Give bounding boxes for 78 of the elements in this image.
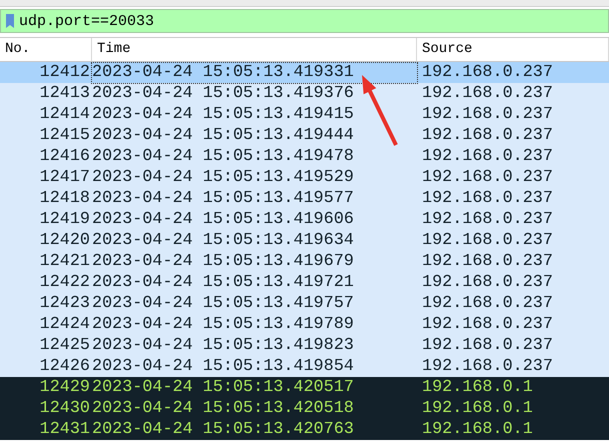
packet-row[interactable]: 12420 2023-04-24 15:05:13.419634 192.168.0.237	[0, 230, 609, 251]
table-cell-text: 192.168.0.237	[421, 210, 554, 230]
table-cell-text: 192.168.0.237	[421, 294, 554, 314]
table-cell-text: 2023-04-24 15:05:13.419854	[92, 356, 355, 376]
table-cell-text: 12416	[38, 146, 91, 166]
table-cell-text: 12414	[38, 104, 91, 124]
table-cell-text: 192.168.0.237	[421, 272, 554, 292]
table-cell-text: 12418	[38, 188, 91, 208]
table-cell-text: 2023-04-24 15:05:13.419444	[92, 126, 355, 146]
table-cell-text: 12430	[38, 398, 91, 418]
packet-row[interactable]: 12430 2023-04-24 15:05:13.420518 192.168.0.1	[0, 398, 609, 419]
table-cell-text: 2023-04-24 15:05:13.419721	[92, 272, 355, 292]
table-cell-text: 192.168.0.1	[421, 378, 534, 398]
filter-bar[interactable]: udp.port==20033	[0, 9, 609, 33]
packet-row[interactable]: 12426 2023-04-24 15:05:13.419854 192.168.0.237	[0, 356, 609, 377]
table-cell-text: 12421	[38, 252, 91, 272]
packet-row[interactable]: 12429 2023-04-24 15:05:13.420517 192.168.0.1	[0, 377, 609, 398]
table-cell-text: 192.168.0.237	[421, 314, 554, 334]
table-cell-text: 2023-04-24 15:05:13.420518	[92, 398, 355, 418]
table-cell-text: 192.168.0.237	[421, 104, 554, 124]
table-cell-text: 12424	[38, 314, 91, 334]
table-cell-text: 12426	[38, 356, 91, 376]
packet-row[interactable]: 12423 2023-04-24 15:05:13.419757 192.168.0.237	[0, 293, 609, 314]
table-cell-text: 192.168.0.237	[421, 126, 554, 146]
table-cell-text: 12419	[38, 210, 91, 230]
table-cell-text: 2023-04-24 15:05:13.419376	[92, 84, 355, 104]
table-cell-text: 2023-04-24 15:05:13.419606	[92, 210, 355, 230]
table-cell-text: 2023-04-24 15:05:13.419789	[92, 314, 355, 334]
table-cell-text: 12417	[38, 168, 91, 188]
table-cell: 2023-04-24 15:05:13.419331	[92, 62, 417, 82]
table-cell-text: 12413	[38, 84, 91, 104]
table-cell-text: 192.168.0.1	[421, 420, 534, 440]
table-cell-text: 192.168.0.237	[421, 84, 554, 104]
table-cell-text: 2023-04-24 15:05:13.419823	[92, 336, 355, 356]
column-header[interactable]: Source	[417, 38, 609, 61]
table-cell-text: 12431	[38, 420, 91, 440]
bookmark-icon[interactable]	[5, 13, 15, 29]
table-cell-text: 12415	[38, 126, 91, 146]
table-cell-text: 12412	[38, 62, 91, 82]
table-cell-text: 12429	[38, 378, 91, 398]
packet-row[interactable]: 12424 2023-04-24 15:05:13.419789 192.168.0.237	[0, 314, 609, 335]
table-cell-text: 2023-04-24 15:05:13.420763	[92, 420, 355, 440]
table-cell-text: 192.168.0.237	[421, 356, 554, 376]
table-cell-text: 2023-04-24 15:05:13.419679	[92, 252, 355, 272]
packet-row[interactable]: 12414 2023-04-24 15:05:13.419415 192.168.0.237	[0, 104, 609, 125]
table-cell-text: 192.168.0.237	[421, 188, 554, 208]
table-cell-text: 2023-04-24 15:05:13.419757	[92, 294, 355, 314]
packet-row[interactable]: 12416 2023-04-24 15:05:13.419478 192.168.0.237	[0, 146, 609, 167]
table-cell-text: 12423	[38, 294, 91, 314]
table-cell-text: 2023-04-24 15:05:13.419634	[92, 230, 355, 250]
table-cell-text: 12420	[38, 230, 91, 250]
table-cell-text: 192.168.0.237	[421, 252, 554, 272]
table-cell-text: 2023-04-24 15:05:13.419478	[92, 146, 355, 166]
filter-field[interactable]: udp.port==20033	[19, 11, 608, 31]
packet-row[interactable]: 12419 2023-04-24 15:05:13.419606 192.168.0.237	[0, 209, 609, 230]
packet-row[interactable]: 12425 2023-04-24 15:05:13.419823 192.168.0.237	[0, 335, 609, 356]
packet-row[interactable]: 12422 2023-04-24 15:05:13.419721 192.168.0.237	[0, 272, 609, 293]
column-header[interactable]: Time	[92, 38, 417, 61]
table-cell-text: 2023-04-24 15:05:13.419529	[92, 168, 355, 188]
table-cell-text: 12422	[38, 272, 91, 292]
table-cell-text: 2023-04-24 15:05:13.419577	[92, 188, 355, 208]
table-cell-text: 192.168.0.237	[421, 146, 554, 166]
column-header[interactable]: No.	[0, 38, 92, 61]
packet-row[interactable]: 12417 2023-04-24 15:05:13.419529 192.168.0.237	[0, 167, 609, 188]
packet-row[interactable]: 12418 2023-04-24 15:05:13.419577 192.168.0.237	[0, 188, 609, 209]
table-cell-text: 192.168.0.237	[421, 230, 554, 250]
table-cell-text: 192.168.0.237	[421, 168, 554, 188]
table-cell-text: 192.168.0.237	[421, 62, 554, 82]
table-cell-text: 2023-04-24 15:05:13.420517	[92, 378, 355, 398]
packet-row[interactable]: 12415 2023-04-24 15:05:13.419444 192.168.0.237	[0, 125, 609, 146]
table-cell-text: 192.168.0.1	[421, 398, 534, 418]
packet-row[interactable]: 12413 2023-04-24 15:05:13.419376 192.168.0.237	[0, 83, 609, 104]
table-cell-text: 12425	[38, 336, 91, 356]
packet-row[interactable]: 12431 2023-04-24 15:05:13.420763 192.168.0.1	[0, 419, 609, 440]
table-cell-text: 192.168.0.237	[421, 336, 554, 356]
packet-row[interactable]: 12421 2023-04-24 15:05:13.419679 192.168.0.237	[0, 251, 609, 272]
packet-row[interactable]: 12412 2023-04-24 15:05:13.419331 192.168.0.237	[0, 62, 609, 83]
table-cell-text: 2023-04-24 15:05:13.419415	[92, 104, 355, 124]
